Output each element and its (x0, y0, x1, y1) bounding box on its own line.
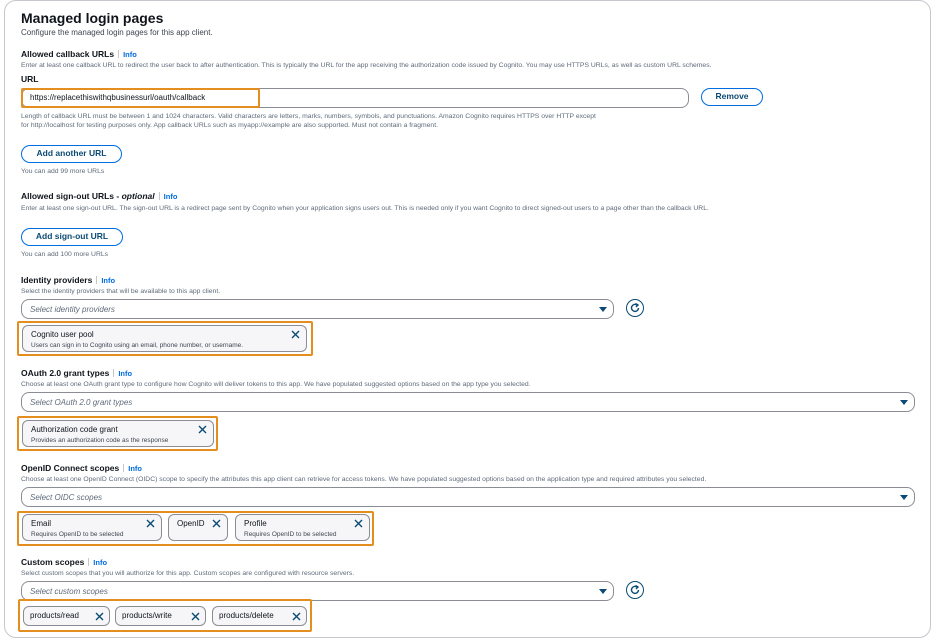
token-title: Profile (244, 519, 267, 528)
remove-url-button[interactable]: Remove (701, 88, 763, 106)
token-profile: Profile Requires OpenID to be selected (235, 514, 370, 541)
close-icon[interactable] (191, 612, 200, 621)
oidc-scopes-select[interactable]: Select OIDC scopes (21, 487, 915, 507)
refresh-custom-button[interactable] (626, 581, 644, 599)
identity-label-row: Identity providers Info (21, 275, 115, 285)
close-icon[interactable] (198, 425, 207, 434)
signout-description: Enter at least one sign-out URL. The sig… (21, 205, 709, 212)
grant-placeholder: Select OAuth 2.0 grant types (30, 398, 133, 407)
close-icon[interactable] (146, 519, 155, 528)
refresh-icon (630, 302, 640, 312)
token-email: Email Requires OpenID to be selected (22, 514, 162, 541)
token-products-write: products/write (115, 606, 206, 626)
token-title: Cognito user pool (31, 330, 94, 339)
custom-info-link[interactable]: Info (93, 558, 107, 567)
token-title: OpenID (177, 519, 205, 528)
page-title: Managed login pages (21, 10, 164, 26)
signout-info-link[interactable]: Info (164, 192, 178, 201)
close-icon[interactable] (95, 612, 104, 621)
oidc-placeholder: Select OIDC scopes (30, 493, 103, 502)
caret-down-icon (599, 589, 607, 594)
refresh-identity-button[interactable] (626, 299, 644, 317)
custom-label: Custom scopes (21, 557, 85, 567)
callback-label-row: Allowed callback URLs Info (21, 49, 137, 59)
identity-label: Identity providers (21, 275, 93, 285)
identity-providers-select[interactable]: Select identity providers (21, 299, 614, 319)
callback-remaining: You can add 99 more URLs (21, 168, 105, 175)
add-another-url-button[interactable]: Add another URL (21, 145, 122, 163)
oidc-description: Choose at least one OpenID Connect (OIDC… (21, 476, 707, 483)
token-title: products/read (30, 611, 79, 620)
token-title: products/delete (219, 611, 274, 620)
signout-label: Allowed sign-out URLs - (21, 191, 120, 201)
oidc-label: OpenID Connect scopes (21, 463, 120, 473)
close-icon[interactable] (291, 330, 300, 339)
page-subtitle: Configure the managed login pages for th… (21, 28, 213, 37)
identity-info-link[interactable]: Info (101, 276, 115, 285)
oidc-info-link[interactable]: Info (128, 464, 142, 473)
grant-label: OAuth 2.0 grant types (21, 368, 110, 378)
token-cognito-user-pool: Cognito user pool Users can sign in to C… (22, 325, 307, 352)
url-field-label: URL (21, 74, 39, 84)
callback-info-link[interactable]: Info (123, 50, 137, 59)
caret-down-icon (900, 400, 908, 405)
close-icon[interactable] (212, 519, 221, 528)
token-description: Requires OpenID to be selected (31, 531, 124, 538)
callback-hint-line1: Length of callback URL must be between 1… (21, 113, 596, 120)
grant-label-row: OAuth 2.0 grant types Info (21, 368, 132, 378)
callback-hint-line2: for http://localhost for testing purpose… (21, 122, 438, 129)
token-description: Requires OpenID to be selected (244, 531, 337, 538)
caret-down-icon (900, 495, 908, 500)
token-title: products/write (122, 611, 172, 620)
custom-placeholder: Select custom scopes (30, 587, 108, 596)
identity-description: Select the identity providers that will … (21, 288, 221, 295)
token-authorization-code-grant: Authorization code grant Provides an aut… (22, 420, 214, 447)
caret-down-icon (599, 307, 607, 312)
custom-label-row: Custom scopes Info (21, 557, 107, 567)
custom-description: Select custom scopes that you will autho… (21, 570, 355, 577)
token-openid: OpenID (168, 514, 228, 541)
token-description: Users can sign in to Cognito using an em… (31, 342, 244, 349)
refresh-icon (630, 584, 640, 594)
signout-label-row: Allowed sign-out URLs - optional Info (21, 191, 177, 201)
callback-url-highlight (21, 88, 260, 108)
signout-optional: optional (121, 191, 155, 201)
identity-placeholder: Select identity providers (30, 305, 115, 314)
token-products-delete: products/delete (212, 606, 307, 626)
token-title: Email (31, 519, 52, 528)
close-icon[interactable] (292, 612, 301, 621)
grant-description: Choose at least one OAuth grant type to … (21, 381, 531, 388)
token-description: Provides an authorization code as the re… (31, 437, 169, 444)
grant-info-link[interactable]: Info (118, 369, 132, 378)
grant-types-select[interactable]: Select OAuth 2.0 grant types (21, 392, 915, 412)
callback-description: Enter at least one callback URL to redir… (21, 62, 712, 69)
token-products-read: products/read (23, 606, 110, 626)
add-signout-url-button[interactable]: Add sign-out URL (21, 228, 123, 246)
signout-remaining: You can add 100 more URLs (21, 251, 109, 258)
custom-scopes-select[interactable]: Select custom scopes (21, 581, 614, 601)
close-icon[interactable] (354, 519, 363, 528)
oidc-label-row: OpenID Connect scopes Info (21, 463, 142, 473)
callback-label: Allowed callback URLs (21, 49, 115, 59)
token-title: Authorization code grant (31, 425, 118, 434)
